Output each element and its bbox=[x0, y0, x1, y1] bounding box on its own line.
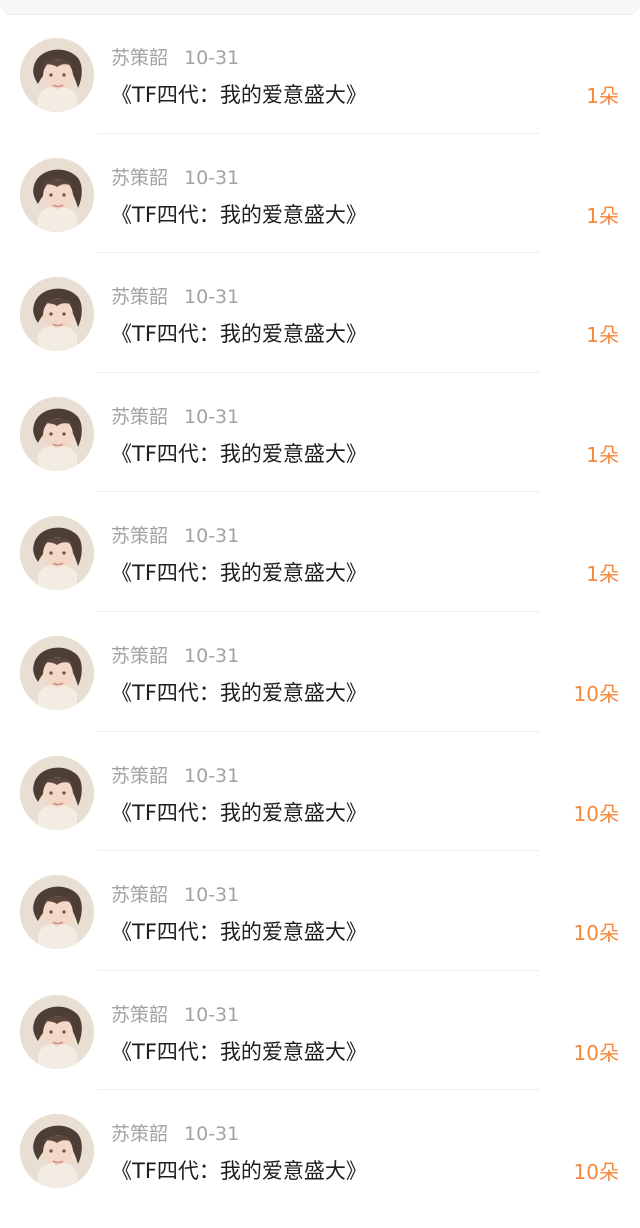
record-meta: 苏策韶 10-31 bbox=[111, 404, 239, 430]
record-meta: 苏策韶 10-31 bbox=[111, 763, 239, 789]
work-title: 《TF四代：我的爱意盛大》 bbox=[111, 83, 367, 107]
gift-amount: 1朵 bbox=[586, 442, 619, 467]
user-avatar[interactable] bbox=[20, 38, 94, 112]
record-date: 10-31 bbox=[184, 644, 240, 667]
user-avatar[interactable] bbox=[20, 755, 94, 830]
user-avatar[interactable] bbox=[20, 1114, 94, 1189]
gift-record-row[interactable]: 苏策韶 10-31 《TF四代：我的爱意盛大》 1朵 bbox=[0, 373, 640, 493]
record-date: 10-31 bbox=[184, 166, 240, 189]
record-date: 10-31 bbox=[184, 525, 240, 548]
record-meta: 苏策韶 10-31 bbox=[111, 1121, 239, 1147]
record-meta: 苏策韶 10-31 bbox=[111, 882, 239, 908]
record-meta: 苏策韶 10-31 bbox=[111, 284, 239, 310]
work-title: 《TF四代：我的爱意盛大》 bbox=[111, 1159, 367, 1184]
user-avatar[interactable] bbox=[20, 516, 94, 591]
user-avatar[interactable] bbox=[20, 635, 94, 710]
gift-record-row[interactable]: 苏策韶 10-31 《TF四代：我的爱意盛大》 1朵 bbox=[0, 492, 640, 612]
gift-amount: 10朵 bbox=[573, 1040, 619, 1065]
record-meta: 苏策韶 10-31 bbox=[111, 1002, 239, 1028]
user-name: 苏策韶 bbox=[111, 47, 169, 69]
user-name: 苏策韶 bbox=[111, 525, 169, 548]
user-name: 苏策韶 bbox=[111, 1123, 169, 1146]
record-date: 10-31 bbox=[184, 405, 240, 428]
record-date: 10-31 bbox=[184, 884, 240, 907]
user-name: 苏策韶 bbox=[111, 764, 169, 787]
gift-record-row[interactable]: 苏策韶 10-31 《TF四代：我的爱意盛大》 10朵 bbox=[0, 732, 640, 852]
gift-record-row[interactable]: 苏策韶 10-31 《TF四代：我的爱意盛大》 1朵 bbox=[0, 134, 640, 254]
gift-record-row[interactable]: 苏策韶 10-31 《TF四代：我的爱意盛大》 10朵 bbox=[0, 971, 640, 1091]
user-avatar[interactable] bbox=[20, 277, 94, 352]
gift-record-row[interactable]: 苏策韶 10-31 《TF四代：我的爱意盛大》 10朵 bbox=[0, 1090, 640, 1210]
record-date: 10-31 bbox=[184, 1003, 240, 1026]
gift-record-list: 苏策韶 10-31 《TF四代：我的爱意盛大》 1朵 苏策韶 10-31 《TF四代… bbox=[0, 14, 640, 1210]
user-name: 苏策韶 bbox=[111, 405, 169, 428]
work-title: 《TF四代：我的爱意盛大》 bbox=[111, 800, 367, 825]
gift-amount: 10朵 bbox=[573, 921, 619, 946]
gift-amount: 10朵 bbox=[573, 1160, 619, 1185]
work-title: 《TF四代：我的爱意盛大》 bbox=[111, 561, 367, 586]
record-date: 10-31 bbox=[184, 1123, 240, 1146]
work-title: 《TF四代：我的爱意盛大》 bbox=[111, 441, 367, 466]
top-panel-edge bbox=[0, 0, 640, 15]
work-title: 《TF四代：我的爱意盛大》 bbox=[111, 322, 367, 347]
record-date: 10-31 bbox=[184, 47, 240, 69]
record-date: 10-31 bbox=[184, 286, 240, 309]
record-meta: 苏策韶 10-31 bbox=[111, 643, 239, 669]
user-avatar[interactable] bbox=[20, 396, 94, 471]
gift-record-row[interactable]: 苏策韶 10-31 《TF四代：我的爱意盛大》 10朵 bbox=[0, 851, 640, 971]
work-title: 《TF四代：我的爱意盛大》 bbox=[111, 680, 367, 705]
record-date: 10-31 bbox=[184, 764, 240, 787]
record-meta: 苏策韶 10-31 bbox=[111, 165, 239, 191]
gift-record-row[interactable]: 苏策韶 10-31 《TF四代：我的爱意盛大》 1朵 bbox=[0, 253, 640, 373]
user-name: 苏策韶 bbox=[111, 884, 169, 907]
user-avatar[interactable] bbox=[20, 875, 94, 950]
work-title: 《TF四代：我的爱意盛大》 bbox=[111, 920, 367, 945]
work-title: 《TF四代：我的爱意盛大》 bbox=[111, 1039, 367, 1064]
gift-amount: 1朵 bbox=[586, 84, 619, 108]
gift-amount: 1朵 bbox=[586, 562, 619, 587]
user-avatar[interactable] bbox=[20, 157, 94, 232]
gift-amount: 1朵 bbox=[586, 323, 619, 348]
gift-amount: 1朵 bbox=[586, 203, 619, 228]
gift-record-row[interactable]: 苏策韶 10-31 《TF四代：我的爱意盛大》 1朵 bbox=[0, 14, 640, 134]
work-title: 《TF四代：我的爱意盛大》 bbox=[111, 202, 367, 227]
user-name: 苏策韶 bbox=[111, 1003, 169, 1026]
record-meta: 苏策韶 10-31 bbox=[111, 45, 239, 71]
gift-record-row[interactable]: 苏策韶 10-31 《TF四代：我的爱意盛大》 10朵 bbox=[0, 612, 640, 732]
user-name: 苏策韶 bbox=[111, 644, 169, 667]
record-meta: 苏策韶 10-31 bbox=[111, 523, 239, 549]
user-avatar[interactable] bbox=[20, 994, 94, 1069]
user-name: 苏策韶 bbox=[111, 286, 169, 309]
user-name: 苏策韶 bbox=[111, 166, 169, 189]
gift-amount: 10朵 bbox=[573, 681, 619, 706]
gift-amount: 10朵 bbox=[573, 801, 619, 826]
